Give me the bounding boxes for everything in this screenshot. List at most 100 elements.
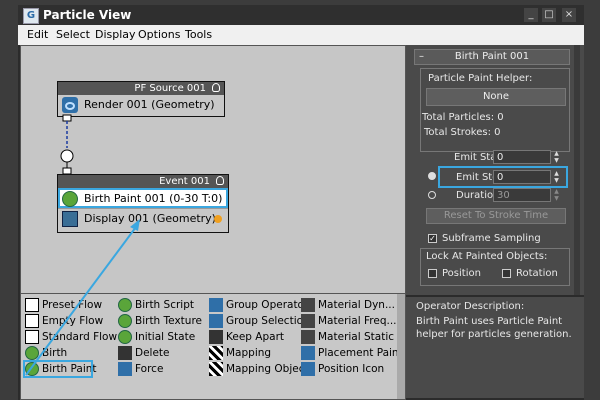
total-particles: Total Particles: 0 (422, 112, 504, 123)
helper-pick-button[interactable]: None (426, 88, 566, 106)
depot-item-label: Force (135, 363, 164, 375)
depot-position-icon[interactable]: Position Icon (300, 361, 403, 377)
description-text-line-2: helper for particles generation. (416, 329, 572, 340)
operator-description: Operator Description: Birth Paint uses P… (406, 297, 584, 398)
force-icon (118, 362, 132, 376)
depot-item-label: Initial State (135, 331, 196, 343)
depot-column-1: Preset Flow Empty Flow Standard Flow Bir… (23, 297, 117, 378)
depot-item-label: Material Freq... (318, 315, 397, 327)
duration-radio[interactable] (428, 191, 436, 199)
depot-scrollbar[interactable] (397, 294, 405, 399)
birth-icon (25, 346, 39, 360)
depot-item-label: Material Dyn... (318, 299, 395, 311)
total-strokes: Total Strokes: 0 (424, 127, 501, 138)
lock-at-painted-label: Lock At Painted Objects: (426, 251, 548, 262)
emit-stop-highlight (438, 166, 568, 188)
depot-delete[interactable]: Delete (117, 345, 202, 361)
panel-scrollbar[interactable] (574, 45, 580, 295)
position-label: Position (442, 268, 481, 279)
material-frequency-icon (301, 314, 315, 328)
depot-item-label: Preset Flow (42, 299, 103, 311)
window-title: Particle View (43, 8, 132, 22)
depot-initial-state[interactable]: Initial State (117, 329, 202, 345)
position-checkbox[interactable] (428, 269, 437, 278)
menu-options[interactable]: Options (138, 25, 180, 45)
depot-item-label: Keep Apart (226, 331, 285, 343)
depot-preset-flow[interactable]: Preset Flow (24, 297, 117, 313)
operator-depot: Preset Flow Empty Flow Standard Flow Bir… (20, 293, 406, 400)
depot-material-frequency[interactable]: Material Freq... (300, 313, 403, 329)
delete-icon (118, 346, 132, 360)
depot-item-label: Empty Flow (42, 315, 104, 327)
depot-force[interactable]: Force (117, 361, 202, 377)
depot-keep-apart[interactable]: Keep Apart (208, 329, 310, 345)
depot-item-label: Mapping (226, 347, 272, 359)
menu-display[interactable]: Display (95, 25, 136, 45)
depot-material-dynamic[interactable]: Material Dyn... (300, 297, 403, 313)
birth-paint-operator[interactable]: Birth Paint 001 (0-30 T:0) (58, 188, 228, 208)
helper-label: Particle Paint Helper: (426, 72, 535, 85)
subframe-sampling-checkbox[interactable]: ✓ (428, 234, 437, 243)
emit-start-spinner[interactable]: 0 (493, 150, 551, 164)
depot-birth-texture[interactable]: Birth Texture (117, 313, 202, 329)
depot-birth[interactable]: Birth (24, 345, 117, 361)
duration-spinner[interactable]: 30 (493, 188, 551, 202)
birth-paint-icon (25, 362, 39, 376)
depot-empty-flow[interactable]: Empty Flow (24, 313, 117, 329)
material-static-icon (301, 330, 315, 344)
depot-standard-flow[interactable]: Standard Flow (24, 329, 117, 345)
display-operator[interactable]: Display 001 (Geometry) (58, 208, 228, 228)
birth-paint-operator-label: Birth Paint 001 (0-30 T:0) (84, 192, 223, 205)
flow-icon (25, 330, 39, 344)
menu-tools[interactable]: Tools (185, 25, 212, 45)
subframe-sampling-label: Subframe Sampling (442, 233, 541, 244)
reset-to-stroke-time-button[interactable]: Reset To Stroke Time (426, 208, 566, 224)
depot-item-label: Delete (135, 347, 170, 359)
initial-state-icon (118, 330, 132, 344)
depot-column-4: Material Dyn... Material Freq... Materia… (300, 297, 403, 377)
spinner-arrows-icon[interactable]: ▲ ▼ (552, 188, 561, 202)
depot-column-2: Birth Script Birth Texture Initial State… (117, 297, 202, 377)
depot-placement-paint[interactable]: Placement Paint (300, 345, 403, 361)
depot-item-label: Standard Flow (42, 331, 118, 343)
status-dot-icon (214, 215, 222, 223)
description-title: Operator Description: (416, 301, 525, 312)
close-button[interactable]: × (562, 8, 576, 22)
app-icon: G (23, 8, 39, 24)
depot-item-label: Mapping Object (226, 363, 309, 375)
maximize-button[interactable]: □ (542, 8, 556, 22)
rotation-label: Rotation (516, 268, 558, 279)
event-title-text: Event 001 (159, 176, 210, 187)
emit-stop-radio[interactable] (428, 172, 436, 180)
lightbulb-icon[interactable] (216, 176, 224, 185)
depot-mapping[interactable]: Mapping (208, 345, 310, 361)
depot-item-label: Material Static (318, 331, 395, 343)
event-node[interactable]: Event 001 Birth Paint 001 (0-30 T:0) Dis… (57, 174, 229, 233)
depot-mapping-object[interactable]: Mapping Object (208, 361, 310, 377)
depot-group-selection[interactable]: Group Selection (208, 313, 310, 329)
particle-view-window: G Particle View _ □ × Edit Select Displa… (18, 5, 584, 400)
minimize-button[interactable]: _ (524, 8, 538, 22)
group-selection-icon (209, 314, 223, 328)
mapping-icon (209, 346, 223, 360)
birth-paint-rollout-header[interactable]: – Birth Paint 001 (414, 49, 570, 65)
particle-view-canvas[interactable]: PF Source 001 Render 001 (Geometry) Even… (20, 45, 406, 294)
depot-birth-paint[interactable]: Birth Paint (23, 360, 97, 378)
depot-item-label: Birth Texture (135, 315, 202, 327)
depot-material-static[interactable]: Material Static (300, 329, 403, 345)
wire-connector (60, 114, 74, 175)
spinner-arrows-icon[interactable]: ▲ ▼ (552, 150, 561, 164)
keep-apart-icon (209, 330, 223, 344)
parameters-panel: – Birth Paint 001 Particle Paint Helper:… (406, 45, 584, 295)
rotation-checkbox[interactable] (502, 269, 511, 278)
menu-edit[interactable]: Edit (27, 25, 48, 45)
depot-item-label: Birth (42, 347, 68, 359)
position-icon-icon (301, 362, 315, 376)
flow-icon (25, 298, 39, 312)
menu-select[interactable]: Select (56, 25, 90, 45)
title-bar[interactable]: G Particle View _ □ × (18, 5, 584, 25)
display-icon (62, 211, 78, 227)
depot-birth-script[interactable]: Birth Script (117, 297, 202, 313)
depot-group-operator[interactable]: Group Operator (208, 297, 310, 313)
group-operator-icon (209, 298, 223, 312)
